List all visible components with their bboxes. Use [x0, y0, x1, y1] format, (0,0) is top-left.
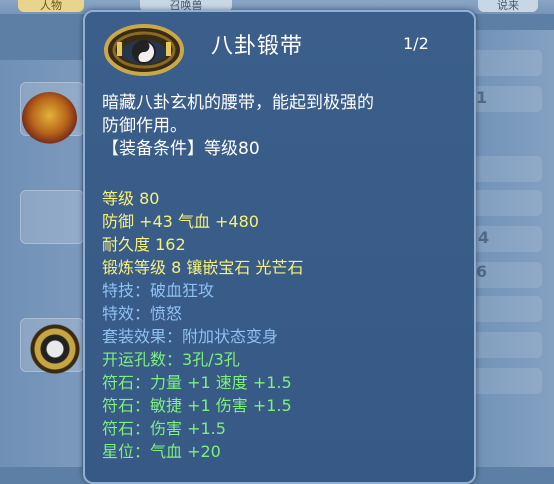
stat-row: [472, 50, 542, 76]
belt-icon: [104, 24, 184, 76]
description-line: 暗藏八卦玄机的腰带，能起到极强的: [102, 93, 374, 113]
stat-durability: 耐久度 162: [102, 235, 186, 254]
stat-rune-3: 符石：伤害 +1.5: [102, 419, 226, 438]
stat-row: [472, 156, 542, 182]
equip-requirement: 【装备条件】等级80: [102, 139, 260, 159]
necklace-item-icon[interactable]: [22, 92, 77, 144]
item-description: 暗藏八卦玄机的腰带，能起到极强的 防御作用。 【装备条件】等级80: [102, 92, 452, 161]
stat-row: [472, 190, 542, 216]
stat-row: [472, 368, 542, 394]
belt-item-icon[interactable]: [28, 322, 82, 376]
stat-rune-1: 符石：力量 +1 速度 +1.5: [102, 373, 292, 392]
description-line: 防御作用。: [102, 116, 187, 136]
stat-row: [472, 296, 542, 322]
tab-other[interactable]: 说来: [478, 0, 538, 12]
stat-special-skill: 特技：破血狂攻: [102, 281, 215, 300]
item-tooltip: 八卦锻带 1/2 暗藏八卦玄机的腰带，能起到极强的 防御作用。 【装备条件】等级…: [83, 10, 476, 484]
stat-special-effect: 特效：愤怒: [102, 304, 183, 323]
stat-set-effect: 套装效果：附加状态变身: [102, 327, 279, 346]
item-name: 八卦锻带: [211, 34, 304, 59]
stat-socket-count: 开运孔数：3孔/3孔: [102, 350, 240, 369]
stat-defense-hp: 防御 +43 气血 +480: [102, 212, 259, 231]
stat-star-position: 星位：气血 +20: [102, 442, 221, 461]
stat-row: [472, 332, 542, 358]
stat-value: 4: [478, 228, 490, 247]
tab-character[interactable]: 人物: [18, 0, 84, 12]
inventory-slot[interactable]: [20, 190, 84, 244]
stat-value: 6: [476, 262, 488, 281]
stat-level: 等级 80: [102, 189, 160, 208]
stat-rune-2: 符石：敏捷 +1 伤害 +1.5: [102, 396, 292, 415]
stat-forge-gem: 锻炼等级 8 镶嵌宝石 光芒石: [102, 258, 304, 277]
stat-value: 1: [476, 88, 488, 107]
page-indicator[interactable]: 1/2: [403, 34, 429, 53]
